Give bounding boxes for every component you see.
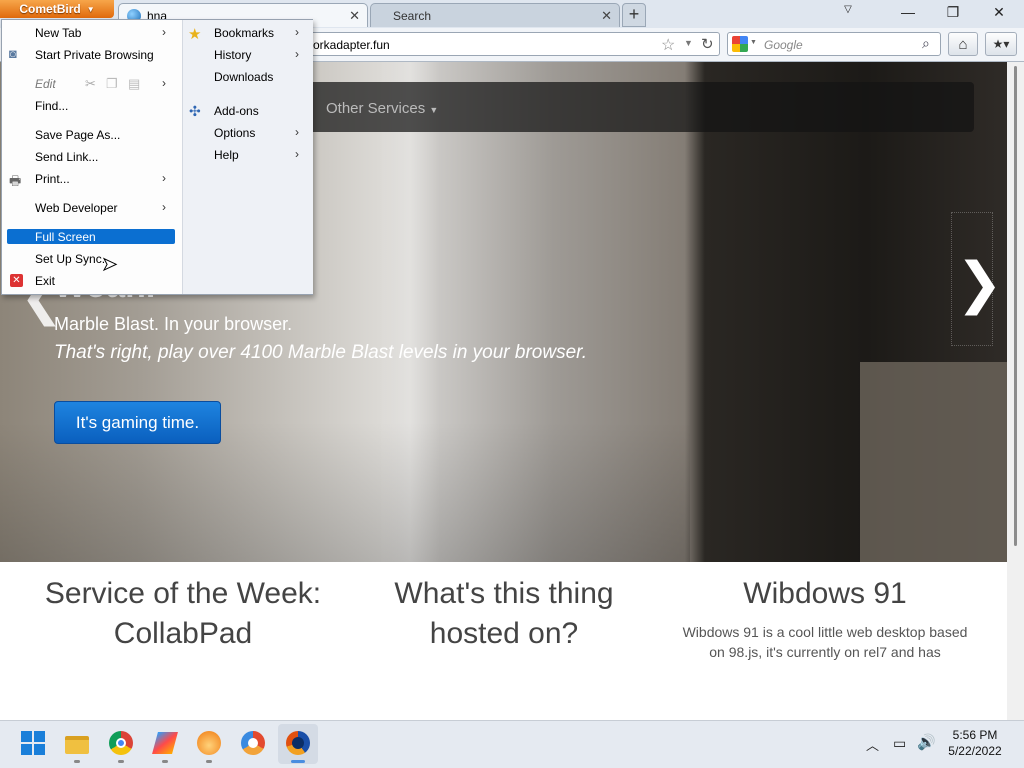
puzzle-icon: ✣ xyxy=(189,103,201,119)
menu-item-web-developer[interactable]: Web Developer xyxy=(35,198,118,218)
running-indicator xyxy=(118,760,124,763)
printer-icon: 🖶 xyxy=(9,173,22,188)
tab-title: Search xyxy=(393,8,432,23)
cut-icon: ✂ xyxy=(85,76,96,91)
menu-item-addons[interactable]: Add-ons xyxy=(214,101,259,121)
carousel-next-icon[interactable]: ❯ xyxy=(956,250,1003,316)
file-explorer-icon[interactable] xyxy=(64,730,90,756)
chrome-icon[interactable] xyxy=(108,730,134,756)
hosted-on-heading: What's this thing hosted on? xyxy=(394,577,614,650)
running-indicator xyxy=(162,760,168,763)
home-button[interactable]: ⌂ xyxy=(948,32,978,56)
dropdown-icon[interactable]: ▼ xyxy=(684,38,693,48)
menu-item-options[interactable]: Options xyxy=(214,123,255,143)
menu-item-send-link[interactable]: Send Link... xyxy=(35,147,98,167)
bookmark-star-icon: ★▾ xyxy=(992,37,1010,51)
close-tab-icon[interactable]: ✕ xyxy=(601,8,612,24)
menu-item-exit[interactable]: Exit xyxy=(35,271,55,291)
active-indicator xyxy=(291,760,305,763)
app-menu-button[interactable]: CometBird ▼ xyxy=(0,0,114,18)
menu-item-edit[interactable]: Edit xyxy=(35,74,56,94)
restore-icon[interactable]: ❐ xyxy=(938,4,968,21)
menu-item-save-page[interactable]: Save Page As... xyxy=(35,125,120,145)
exit-icon: ✕ xyxy=(10,274,23,287)
new-tab-button[interactable]: + xyxy=(622,3,646,27)
network-icon[interactable]: ▭ xyxy=(893,735,906,752)
url-bar[interactable]: orkadapter.fun ☆ ▼ ↻ xyxy=(300,32,720,56)
star-icon[interactable]: ☆ xyxy=(661,35,675,55)
hero-shadow xyxy=(860,362,1007,562)
close-window-icon[interactable]: ✕ xyxy=(984,4,1014,21)
menu-item-print[interactable]: Print... xyxy=(35,169,70,189)
google-icon xyxy=(732,36,748,52)
url-text: orkadapter.fun xyxy=(313,38,390,52)
gaming-time-button[interactable]: It's gaming time. xyxy=(54,401,221,444)
menu-item-help[interactable]: Help xyxy=(214,145,239,165)
tab-list-icon[interactable]: ▽ xyxy=(833,4,863,15)
taskbar-clock[interactable]: 5:56 PM 5/22/2022 xyxy=(940,727,1010,759)
menu-item-history[interactable]: History xyxy=(214,45,251,65)
app-icon-colorful[interactable] xyxy=(152,730,178,756)
search-icon[interactable]: ⌕ xyxy=(922,35,930,52)
menu-item-private-browsing[interactable]: Start Private Browsing xyxy=(35,45,154,65)
minimize-icon[interactable]: — xyxy=(893,4,923,20)
submenu-arrow-icon: › xyxy=(295,125,299,139)
tab-search[interactable]: Search ✕ xyxy=(370,3,620,27)
tray-chevron-up-icon[interactable]: ︿ xyxy=(866,735,879,754)
search-placeholder: Google xyxy=(764,38,803,52)
submenu-arrow-icon: › xyxy=(162,76,166,90)
hero-tagline: Marble Blast. In your browser. xyxy=(54,314,293,334)
home-icon: ⌂ xyxy=(958,35,968,53)
menu-item-downloads[interactable]: Downloads xyxy=(214,67,273,87)
orange-app-icon[interactable] xyxy=(196,730,222,756)
wibdows-description: Wibdows 91 is a cool little web desktop … xyxy=(682,624,968,660)
scrollbar-thumb[interactable] xyxy=(1014,66,1017,546)
search-bar[interactable]: ▼ Google ⌕ xyxy=(727,32,941,56)
running-indicator xyxy=(74,760,80,763)
chevron-down-icon[interactable]: ▼ xyxy=(750,39,757,46)
bookmarks-button[interactable]: ★▾ xyxy=(985,32,1017,56)
submenu-arrow-icon: › xyxy=(162,25,166,39)
service-of-week-heading: Service of the Week: CollabPad xyxy=(44,577,322,650)
clock-time: 5:56 PM xyxy=(952,728,998,742)
running-indicator xyxy=(206,760,212,763)
volume-icon[interactable]: 🔊 xyxy=(917,733,936,751)
hero-tagline-italic: That's right, play over 4100 Marble Blas… xyxy=(54,342,588,363)
paste-icon: ▤ xyxy=(128,76,141,91)
copy-icon: ❐ xyxy=(106,76,118,91)
bookmarks-star-icon: ★ xyxy=(188,26,202,43)
menu-item-new-tab[interactable]: New Tab xyxy=(35,23,81,43)
start-icon[interactable] xyxy=(20,730,46,756)
menu-item-bookmarks[interactable]: Bookmarks xyxy=(214,23,274,43)
clock-date: 5/22/2022 xyxy=(948,744,1002,758)
menu-item-full-screen[interactable]: Full Screen xyxy=(35,227,96,247)
private-browsing-icon: ◙ xyxy=(9,46,17,61)
wibdows-heading: Wibdows 91 xyxy=(743,577,907,610)
chevron-down-icon: ▼ xyxy=(86,4,95,14)
submenu-arrow-icon: › xyxy=(162,171,166,185)
submenu-arrow-icon: › xyxy=(295,147,299,161)
mouse-cursor: ➤ xyxy=(101,254,118,275)
menu-item-find[interactable]: Find... xyxy=(35,96,68,116)
menu-item-sync[interactable]: Set Up Sync... xyxy=(35,249,112,269)
cometbird-icon[interactable] xyxy=(285,730,311,756)
submenu-arrow-icon: › xyxy=(295,25,299,39)
nav-other-services[interactable]: Other Services ▼ xyxy=(326,100,438,117)
submenu-arrow-icon: › xyxy=(162,200,166,214)
app-menu-label: CometBird xyxy=(19,2,81,16)
reload-icon[interactable]: ↻ xyxy=(701,35,714,53)
close-tab-icon[interactable]: ✕ xyxy=(349,8,360,24)
chromium-icon[interactable] xyxy=(240,730,266,756)
submenu-arrow-icon: › xyxy=(295,47,299,61)
